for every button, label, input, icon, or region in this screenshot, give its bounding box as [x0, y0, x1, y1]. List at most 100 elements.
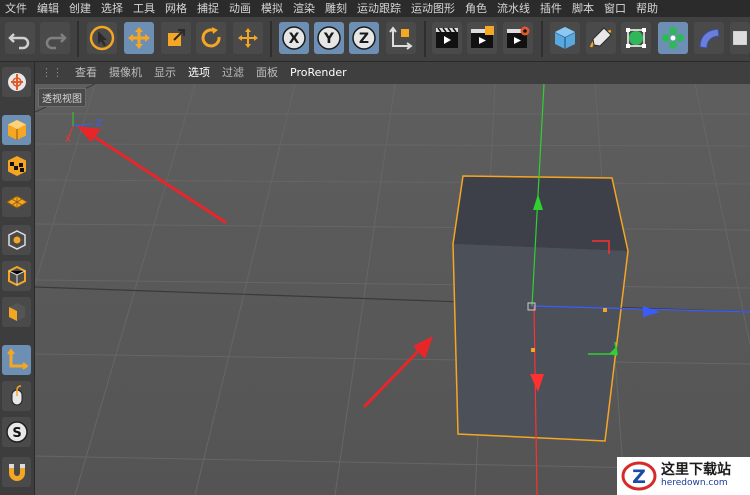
points-icon	[7, 230, 26, 250]
live-selection-button[interactable]	[87, 22, 117, 54]
menu-plugins[interactable]: 插件	[535, 0, 567, 17]
viewport-menu-view[interactable]: 查看	[69, 62, 103, 84]
coordinate-system-button[interactable]	[386, 22, 416, 54]
menu-tools[interactable]: 工具	[128, 0, 160, 17]
viewport-scene: Z X	[35, 84, 750, 495]
deformer-icon	[699, 28, 720, 49]
pen-tool-button[interactable]	[586, 22, 616, 54]
viewport-menu-prorender[interactable]: ProRender	[284, 62, 353, 84]
menu-render[interactable]: 渲染	[288, 0, 320, 17]
viewport-grip-icon[interactable]: ⋮⋮	[35, 62, 69, 84]
toolbar-separator	[270, 21, 272, 57]
scale-tool-button[interactable]	[161, 22, 191, 54]
menu-edit[interactable]: 编辑	[32, 0, 64, 17]
move-plus-icon	[238, 28, 258, 48]
undo-icon	[8, 33, 30, 50]
menu-simulate[interactable]: 模拟	[256, 0, 288, 17]
z-axis-letter: Z	[359, 31, 369, 47]
array-cloner-icon	[662, 27, 684, 49]
make-editable-icon	[7, 73, 26, 91]
menu-motion-tracker[interactable]: 运动跟踪	[352, 0, 406, 17]
axis-x-label: X	[65, 135, 71, 145]
texture-mode-button[interactable]	[2, 151, 31, 181]
cloner-button[interactable]	[658, 22, 688, 54]
polygons-mode-button[interactable]	[2, 297, 31, 327]
polygons-icon	[8, 303, 25, 321]
z-axis-icon: Z	[352, 26, 376, 50]
move-tool-button[interactable]	[124, 22, 154, 54]
render-settings-button[interactable]	[503, 22, 533, 54]
move-plus-button[interactable]	[233, 22, 263, 54]
svg-text:Z: Z	[632, 466, 646, 488]
viewport-label: 透视视图	[38, 88, 86, 107]
render-view-button[interactable]	[432, 22, 462, 54]
tweak-mode-button[interactable]	[2, 381, 31, 411]
menu-pipeline[interactable]: 流水线	[492, 0, 535, 17]
z-axis-lock-button[interactable]: Z	[349, 22, 379, 54]
render-picture-queue-icon	[471, 26, 494, 48]
perspective-viewport[interactable]: Z X 透视视图	[35, 84, 750, 495]
menu-window[interactable]: 窗口	[599, 0, 631, 17]
viewport-menu-options[interactable]: 选项	[182, 62, 216, 84]
redo-icon	[45, 33, 67, 50]
viewport-menu-display[interactable]: 显示	[148, 62, 182, 84]
points-mode-button[interactable]	[2, 225, 31, 255]
x-axis-lock-button[interactable]: X	[279, 22, 309, 54]
watermark-site: heredown.com	[661, 477, 728, 488]
workplane-grid-icon	[5, 195, 28, 209]
menu-file[interactable]: 文件	[0, 0, 32, 17]
render-to-picture-viewer-button[interactable]	[467, 22, 497, 54]
toolbar-separator	[541, 21, 543, 57]
menu-select[interactable]: 选择	[96, 0, 128, 17]
solo-s-icon: S	[5, 421, 28, 443]
bend-deformer-button[interactable]	[694, 22, 724, 54]
viewport-menu-cameras[interactable]: 摄像机	[103, 62, 148, 84]
scale-icon	[168, 29, 185, 46]
x-axis-icon: X	[282, 26, 306, 50]
svg-text:S: S	[12, 426, 21, 441]
menu-script[interactable]: 脚本	[567, 0, 599, 17]
viewport-menu-panel[interactable]: 面板	[250, 62, 284, 84]
solo-mode-button[interactable]: S	[2, 417, 31, 447]
menu-mograph[interactable]: 运动图形	[406, 0, 460, 17]
menu-help[interactable]: 帮助	[631, 0, 663, 17]
viewport-menu-filter[interactable]: 过滤	[216, 62, 250, 84]
cube-object-button[interactable]	[550, 22, 580, 54]
site-watermark: Z 这里下载站 heredown.com	[617, 457, 750, 495]
heredown-logo-icon: Z	[621, 461, 657, 491]
menu-create[interactable]: 创建	[64, 0, 96, 17]
snapping-button[interactable]	[2, 457, 31, 487]
enable-axis-button[interactable]	[2, 345, 31, 375]
render-settings-icon	[507, 26, 530, 48]
checker-cube-icon	[7, 156, 26, 176]
menu-animate[interactable]: 动画	[224, 0, 256, 17]
menu-bar: 文件 编辑 创建 选择 工具 网格 捕捉 动画 模拟 渲染 雕刻 运动跟踪 运动…	[0, 0, 750, 17]
edges-mode-button[interactable]	[2, 261, 31, 291]
axis-z-label: Z	[96, 119, 102, 129]
make-editable-button[interactable]	[2, 67, 31, 97]
model-mode-button[interactable]	[2, 115, 31, 145]
more-tools-button[interactable]	[730, 22, 750, 54]
undo-button[interactable]	[5, 22, 35, 54]
toolbar-separator	[424, 21, 426, 57]
menu-sculpt[interactable]: 雕刻	[320, 0, 352, 17]
select-arrow-icon	[89, 25, 115, 51]
magnet-snap-icon	[8, 464, 25, 481]
subdivision-surface-button[interactable]	[621, 22, 651, 54]
toolbar-separator	[77, 21, 79, 57]
menu-character[interactable]: 角色	[460, 0, 492, 17]
cube-object-icon	[554, 27, 576, 49]
workplane-mode-button[interactable]	[2, 187, 31, 217]
watermark-title: 这里下载站	[661, 462, 731, 479]
mouse-tweak-icon	[11, 385, 22, 406]
more-icon	[733, 31, 747, 45]
redo-button[interactable]	[40, 22, 70, 54]
viewport-menu-bar: ⋮⋮ 查看 摄像机 显示 选项 过滤 面板 ProRender	[35, 62, 750, 84]
y-axis-lock-button[interactable]: Y	[314, 22, 344, 54]
y-axis-icon: Y	[317, 26, 341, 50]
edges-icon	[7, 265, 26, 287]
menu-mesh[interactable]: 网格	[160, 0, 192, 17]
rotate-tool-button[interactable]	[196, 22, 226, 54]
x-axis-letter: X	[289, 31, 300, 47]
menu-snap[interactable]: 捕捉	[192, 0, 224, 17]
